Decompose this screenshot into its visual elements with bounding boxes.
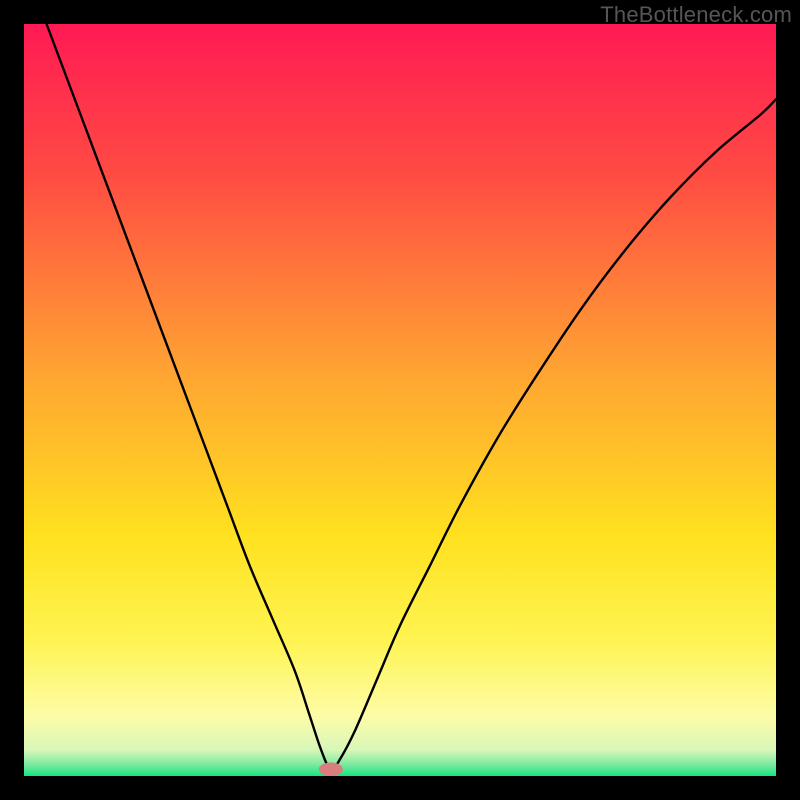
bottleneck-chart: [24, 24, 776, 776]
watermark-text: TheBottleneck.com: [600, 2, 792, 28]
chart-frame: [24, 24, 776, 776]
gradient-background: [24, 24, 776, 776]
optimal-point-marker: [319, 762, 343, 776]
